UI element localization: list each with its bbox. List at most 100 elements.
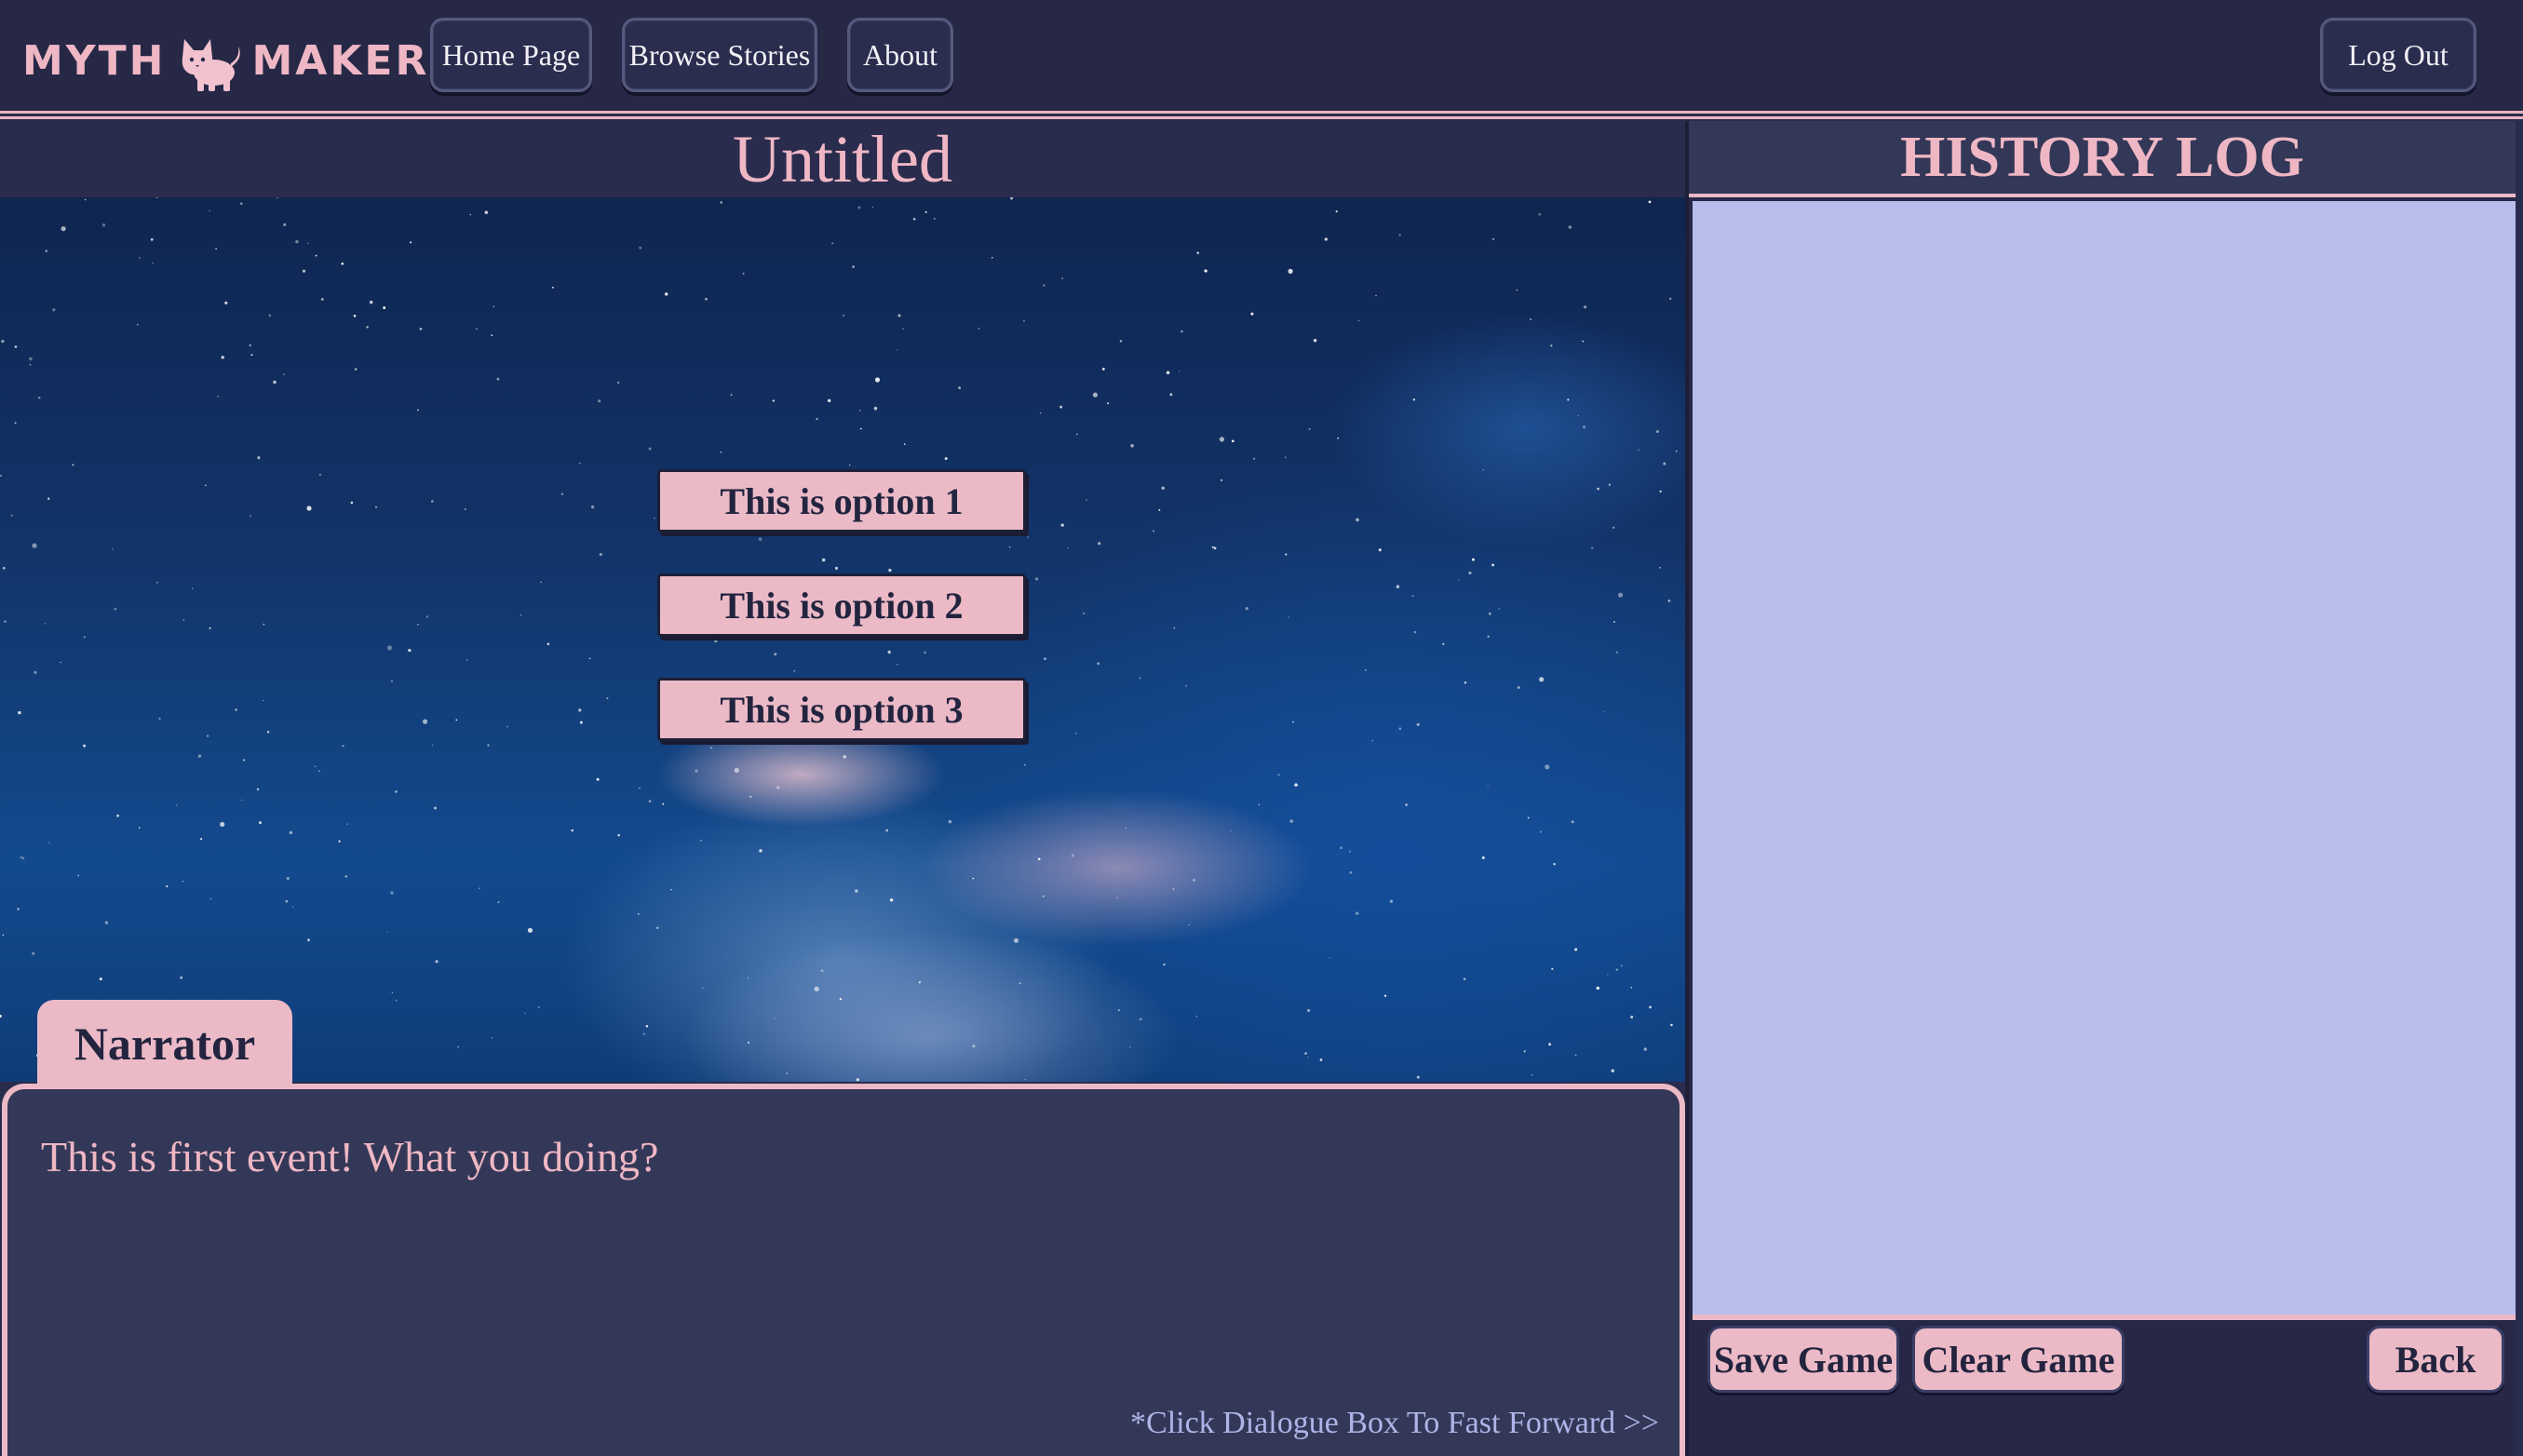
star xyxy=(200,838,203,841)
star xyxy=(250,515,252,518)
star xyxy=(1294,783,1298,787)
choice-option-2[interactable]: This is option 2 xyxy=(657,573,1026,637)
speaker-name-tab: Narrator xyxy=(37,1000,292,1087)
star xyxy=(1288,616,1289,618)
star xyxy=(1125,827,1127,829)
star xyxy=(1185,684,1188,687)
star xyxy=(1258,803,1261,805)
about-button[interactable]: About xyxy=(847,18,953,92)
star xyxy=(887,650,891,654)
log-out-button[interactable]: Log Out xyxy=(2320,18,2476,92)
star xyxy=(395,790,398,793)
star xyxy=(431,500,434,503)
star xyxy=(873,406,878,411)
star xyxy=(578,708,582,712)
star xyxy=(1116,897,1118,899)
scene-background: This is option 1 This is option 2 This i… xyxy=(0,197,1685,1082)
browse-stories-button[interactable]: Browse Stories xyxy=(622,18,817,92)
star xyxy=(1527,816,1530,819)
dialogue-box[interactable]: This is first event! What you doing? *Cl… xyxy=(2,1084,1685,1456)
history-panel: HISTORY LOG Save Game Clear Game Back xyxy=(1685,121,2516,1456)
star xyxy=(1043,284,1046,287)
star xyxy=(10,514,13,517)
star xyxy=(1405,803,1409,806)
star xyxy=(786,1072,788,1074)
star xyxy=(1022,319,1025,322)
star xyxy=(497,901,500,904)
star xyxy=(1675,450,1678,452)
star xyxy=(759,849,762,853)
star xyxy=(44,623,47,625)
star xyxy=(289,830,293,835)
star xyxy=(1319,1058,1323,1061)
star xyxy=(192,587,194,589)
star xyxy=(1288,268,1293,274)
star xyxy=(390,891,394,895)
star xyxy=(235,708,237,711)
save-game-button[interactable]: Save Game xyxy=(1707,1326,1899,1393)
star xyxy=(249,344,251,347)
star xyxy=(256,788,260,791)
star xyxy=(598,399,601,403)
star xyxy=(709,747,713,749)
star xyxy=(243,759,246,762)
star xyxy=(83,636,86,639)
star xyxy=(139,257,141,259)
star xyxy=(1398,727,1402,731)
star xyxy=(1250,312,1254,316)
star xyxy=(419,328,423,330)
choice-option-1[interactable]: This is option 1 xyxy=(657,469,1026,533)
star xyxy=(150,237,154,241)
star xyxy=(1583,305,1587,309)
star xyxy=(1172,888,1175,890)
star xyxy=(1416,722,1420,726)
star xyxy=(648,447,652,451)
star xyxy=(155,197,158,199)
star xyxy=(417,624,419,626)
star xyxy=(639,246,642,249)
star xyxy=(465,658,468,661)
star xyxy=(285,899,289,903)
star xyxy=(1245,607,1248,611)
logo[interactable]: MYTH MAKER xyxy=(22,28,429,93)
star xyxy=(1220,479,1223,482)
clear-game-button[interactable]: Clear Game xyxy=(1912,1326,2125,1393)
star xyxy=(980,533,983,536)
star xyxy=(816,417,818,421)
star xyxy=(455,719,458,721)
star xyxy=(1313,338,1317,343)
star xyxy=(874,377,881,383)
star xyxy=(491,334,493,337)
star xyxy=(888,568,892,573)
star xyxy=(32,543,37,548)
choice-option-3[interactable]: This is option 3 xyxy=(657,678,1026,741)
star xyxy=(391,991,394,994)
star xyxy=(1075,733,1077,735)
star xyxy=(1329,957,1331,959)
star xyxy=(1577,414,1579,417)
star xyxy=(1304,1052,1307,1055)
star xyxy=(1193,878,1195,882)
star xyxy=(1082,612,1086,614)
star xyxy=(320,298,324,301)
star xyxy=(240,799,243,802)
star xyxy=(1076,433,1078,436)
star xyxy=(14,345,18,348)
star xyxy=(395,999,398,1002)
star xyxy=(112,548,114,550)
star xyxy=(814,986,819,991)
top-nav: MYTH MAKER Home Page Browse Stories Abou… xyxy=(0,0,2523,119)
star xyxy=(852,265,855,268)
back-button[interactable]: Back xyxy=(2367,1326,2504,1393)
star xyxy=(224,301,228,304)
star xyxy=(1128,1046,1131,1048)
history-log-list[interactable] xyxy=(1693,201,2516,1320)
star xyxy=(215,248,217,250)
star xyxy=(758,537,762,541)
star xyxy=(793,670,795,672)
star xyxy=(338,840,341,843)
star xyxy=(1551,967,1554,970)
star xyxy=(742,272,745,275)
home-page-button[interactable]: Home Page xyxy=(430,18,592,92)
star xyxy=(2,566,6,570)
